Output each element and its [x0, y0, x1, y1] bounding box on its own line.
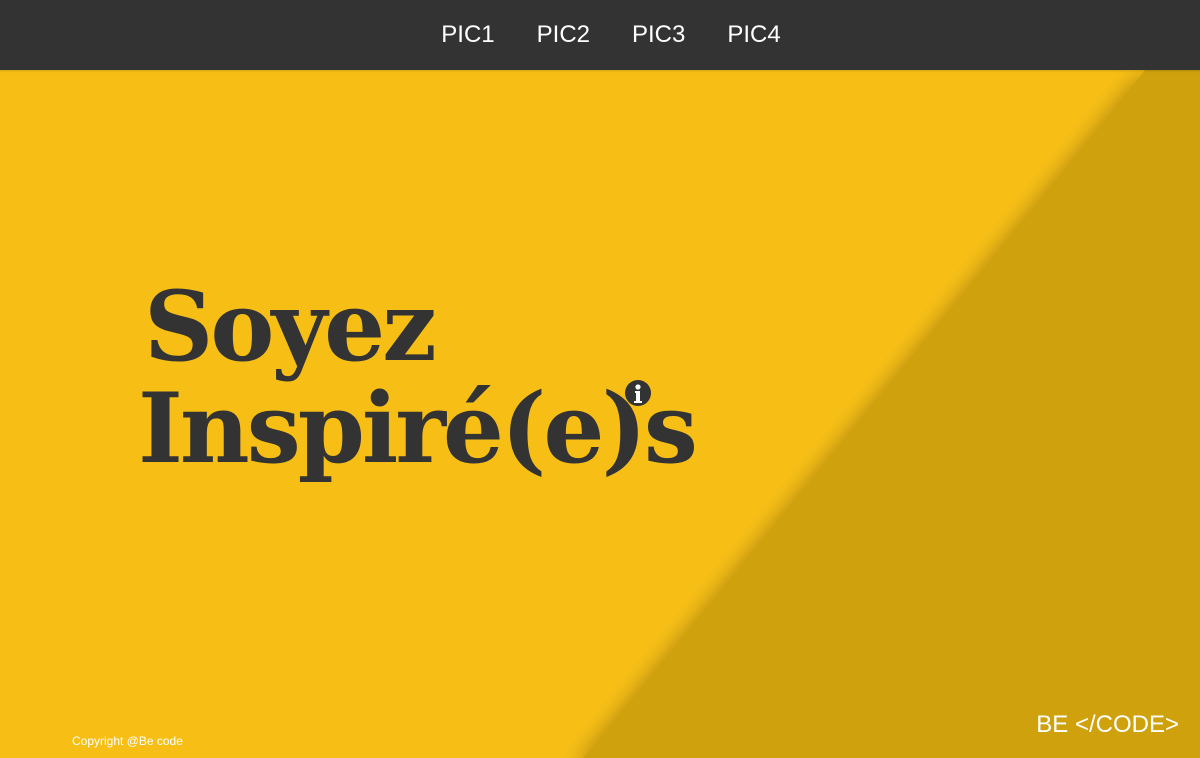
top-navbar: PIC1 PIC2 PIC3 PIC4 — [0, 0, 1200, 70]
hero-heading: Soyez Inspiré(e)s — [138, 270, 698, 486]
hero-line-inspirees: Inspiré(e)s — [138, 372, 698, 486]
copyright-text: Copyright @Be code — [72, 734, 183, 748]
page: PIC1 PIC2 PIC3 PIC4 Soyez Inspiré(e)s Co… — [0, 0, 1200, 758]
brand-logo-text: BE </CODE> — [1036, 711, 1179, 738]
nav-pic3-link[interactable]: PIC3 — [632, 23, 685, 47]
main-navigation: PIC1 PIC2 PIC3 PIC4 — [0, 0, 1200, 70]
hero-line-soyez: Soyez — [144, 270, 437, 384]
info-icon[interactable] — [624, 379, 652, 407]
nav-pic4-link[interactable]: PIC4 — [727, 23, 780, 47]
nav-pic1-link[interactable]: PIC1 — [441, 23, 494, 47]
nav-pic2-link[interactable]: PIC2 — [537, 23, 590, 47]
